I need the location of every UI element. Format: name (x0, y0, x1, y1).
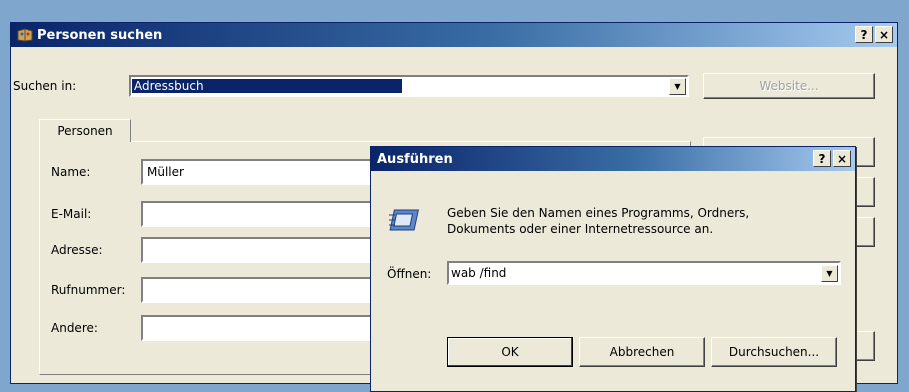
email-label: E-Mail: (51, 207, 92, 221)
run-help-button[interactable]: ? (813, 150, 831, 167)
chevron-down-icon[interactable]: ▼ (821, 264, 838, 282)
search-in-dropdown[interactable]: Adressbuch ▼ (129, 75, 689, 97)
close-button[interactable]: × (875, 26, 893, 43)
run-icon (389, 207, 423, 233)
ok-button[interactable]: OK (447, 337, 573, 367)
address-label: Adresse: (51, 243, 103, 257)
open-label: Öffnen: (387, 267, 432, 281)
find-people-titlebar[interactable]: Personen suchen ? × (11, 23, 897, 47)
address-book-icon (17, 28, 33, 42)
open-combobox[interactable]: wab /find ▼ (447, 261, 841, 285)
find-people-title: Personen suchen (37, 27, 163, 43)
browse-button[interactable]: Durchsuchen... (711, 337, 837, 367)
cancel-button[interactable]: Abbrechen (579, 337, 705, 367)
run-title: Ausführen (377, 151, 453, 167)
other-label: Andere: (51, 321, 98, 335)
website-button[interactable]: Website... (703, 73, 875, 99)
search-in-label: Suchen in: (13, 79, 77, 93)
name-label: Name: (51, 165, 91, 179)
run-description-line-2: Dokuments oder einer Internetressource a… (447, 222, 714, 236)
open-value: wab /find (451, 266, 507, 280)
run-dialog: Ausführen ? × Geben Sie den Namen eines … (370, 146, 856, 392)
run-description: Geben Sie den Namen eines Programms, Ord… (447, 205, 847, 237)
run-description-line-1: Geben Sie den Namen eines Programms, Ord… (447, 206, 750, 220)
tab-personen[interactable]: Personen (39, 119, 131, 142)
help-button[interactable]: ? (855, 26, 873, 43)
search-in-value: Adressbuch (132, 79, 402, 93)
chevron-down-icon[interactable]: ▼ (669, 77, 686, 95)
run-titlebar[interactable]: Ausführen ? × (371, 147, 855, 171)
phone-label: Rufnummer: (51, 283, 126, 297)
run-close-button[interactable]: × (833, 150, 851, 167)
name-value: Müller (147, 165, 184, 179)
